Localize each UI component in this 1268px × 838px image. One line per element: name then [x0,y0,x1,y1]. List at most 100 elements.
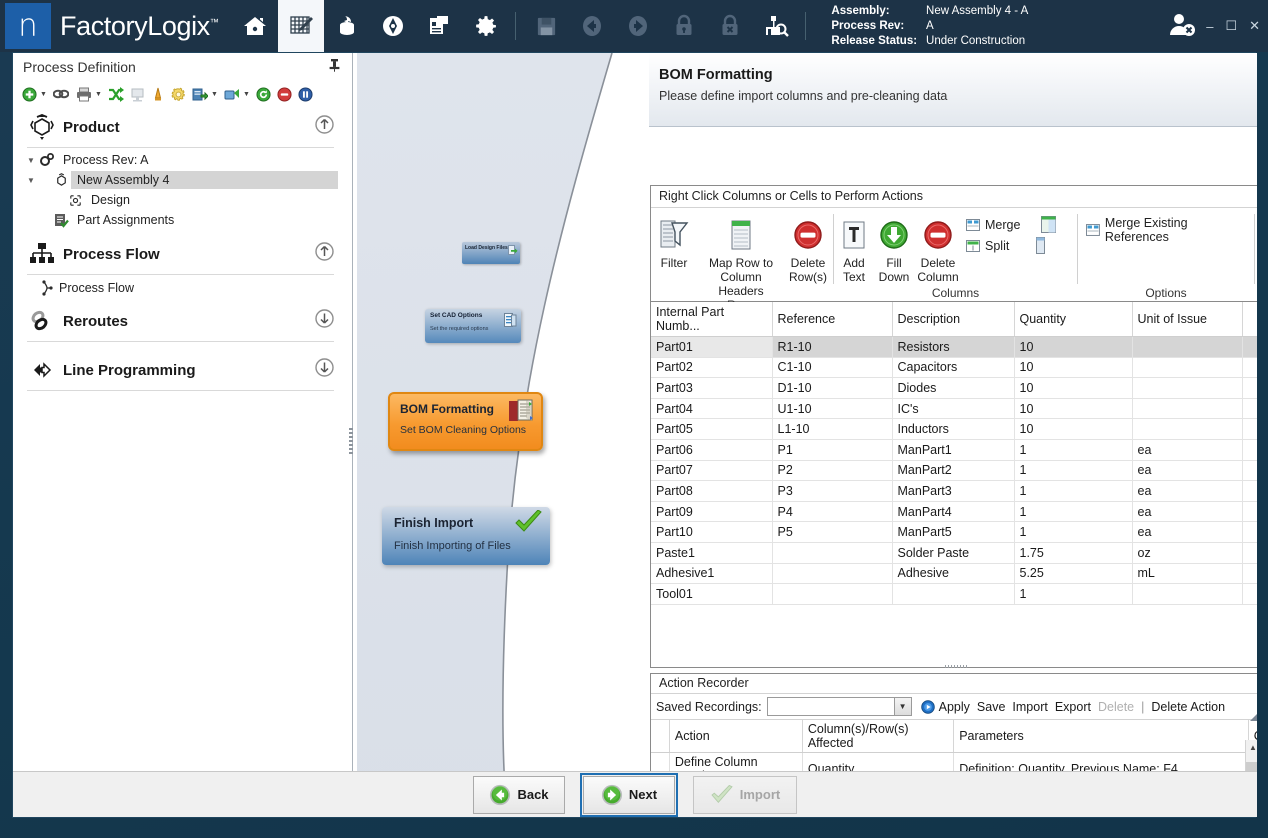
cell-unit-of-issue[interactable] [1132,378,1242,399]
column-header-blank[interactable] [1242,302,1257,337]
column-header-affected[interactable]: Column(s)/Row(s) Affected [802,720,953,753]
add-text-button[interactable]: Add Text [834,214,874,284]
cell-quantity[interactable]: 5.25 [1014,563,1132,584]
cell-quantity[interactable]: 1.75 [1014,542,1132,563]
cell-reference[interactable]: P5 [772,522,892,543]
cell-internal-part-number[interactable]: Adhesive1 [651,563,772,584]
cell-unit-of-issue[interactable]: ea [1132,481,1242,502]
cell-unit-of-issue[interactable] [1132,398,1242,419]
cell-description[interactable] [892,584,1014,605]
table-row[interactable]: Tool01 1 [651,584,1257,605]
cell-internal-part-number[interactable]: Part04 [651,398,772,419]
gear-small-icon[interactable] [170,86,187,103]
cell-internal-part-number[interactable]: Part06 [651,439,772,460]
cell-description[interactable]: Diodes [892,378,1014,399]
cell-blank[interactable] [1242,419,1257,440]
cell-unit-of-issue[interactable] [1132,337,1242,358]
materials-icon[interactable] [324,0,370,52]
cell-unit-of-issue[interactable]: ea [1132,501,1242,522]
link-icon[interactable] [52,86,70,103]
cell-unit-of-issue[interactable]: oz [1132,542,1242,563]
shuffle-icon[interactable] [107,86,125,103]
pause-icon[interactable] [297,86,314,103]
export-icon[interactable] [191,86,209,103]
cell-description[interactable]: Adhesive [892,563,1014,584]
section-header[interactable]: Reroutes [13,301,348,341]
bell-icon[interactable] [150,86,166,103]
cell-reference[interactable] [772,584,892,605]
minimize-button[interactable]: – [1206,19,1213,34]
section-header[interactable]: Process Flow [13,234,348,274]
cell-reference[interactable] [772,542,892,563]
paint-icon[interactable] [223,86,241,103]
cell-unit-of-issue[interactable]: ea [1132,522,1242,543]
cell-description[interactable]: Resistors [892,337,1014,358]
scroll-up-button[interactable]: ▲ [1246,740,1257,755]
cell-quantity[interactable]: 10 [1014,419,1132,440]
split-button[interactable]: Split [966,237,1056,254]
cell-unit-of-issue[interactable]: mL [1132,563,1242,584]
cell-blank[interactable] [1242,522,1257,543]
next-button[interactable]: Next [583,776,675,814]
export-dropdown-caret[interactable]: ▼ [210,91,219,98]
cell-description[interactable]: Capacitors [892,357,1014,378]
delete-rows-button[interactable]: Delete Row(s) [785,214,831,284]
flow-step-bom-formatting[interactable]: BOM Formatting Set BOM Cleaning Options [388,392,543,451]
cell-blank[interactable] [1242,584,1257,605]
cell-internal-part-number[interactable]: Part09 [651,501,772,522]
table-row[interactable]: Part03 D1-10 Diodes 10 [651,378,1257,399]
cell-internal-part-number[interactable]: Part08 [651,481,772,502]
cell-blank[interactable] [1242,460,1257,481]
cell-unit-of-issue[interactable] [1132,584,1242,605]
pin-icon[interactable] [329,58,340,77]
table-row[interactable]: Part07 P2 ManPart2 1 ea [651,460,1257,481]
cell-quantity[interactable]: 10 [1014,337,1132,358]
chevron-down-icon[interactable]: ▼ [894,698,911,715]
cell-internal-part-number[interactable]: Part01 [651,337,772,358]
save-recording-button[interactable]: Save [977,700,1006,714]
merge-button[interactable]: Merge [966,216,1056,233]
settings-gear-icon[interactable] [462,0,508,52]
cell-description[interactable]: IC's [892,398,1014,419]
cell-reference[interactable]: D1-10 [772,378,892,399]
export-recording-button[interactable]: Export [1055,700,1091,714]
cell-blank[interactable] [1242,378,1257,399]
process-definition-icon[interactable] [278,0,324,52]
add-dropdown-caret[interactable]: ▼ [39,91,48,98]
stop-icon[interactable] [276,86,293,103]
home-icon[interactable] [232,0,278,52]
collapse-up-icon[interactable] [315,115,334,139]
apply-play-icon[interactable] [921,700,935,714]
table-row[interactable]: Part09 P4 ManPart4 1 ea [651,501,1257,522]
cell-blank[interactable] [1242,542,1257,563]
expand-down-icon[interactable] [315,358,334,382]
map-row-to-column-headers-button[interactable]: Map Row to Column Headers [697,214,785,298]
unlock-icon[interactable] [707,0,753,52]
tree-node-process-rev[interactable]: ▼ Process Rev: A [13,150,348,170]
cell-description[interactable]: ManPart5 [892,522,1014,543]
print-icon[interactable] [75,86,93,103]
merge-existing-references-button[interactable]: Merge Existing References [1086,216,1254,244]
apply-button[interactable]: Apply [939,700,970,714]
close-button[interactable]: ✕ [1249,18,1260,34]
column-header-reference[interactable]: Reference [772,302,892,337]
add-icon[interactable] [21,86,38,103]
cell-blank[interactable] [1242,439,1257,460]
cell-internal-part-number[interactable]: Part05 [651,419,772,440]
cell-description[interactable]: ManPart2 [892,460,1014,481]
cell-reference[interactable]: L1-10 [772,419,892,440]
cell-reference[interactable]: R1-10 [772,337,892,358]
cell-unit-of-issue[interactable] [1132,419,1242,440]
panel-splitter[interactable] [349,53,356,817]
cell-reference[interactable]: U1-10 [772,398,892,419]
cell-quantity[interactable]: 1 [1014,439,1132,460]
print-dropdown-caret[interactable]: ▼ [94,91,103,98]
cell-description[interactable]: Inductors [892,419,1014,440]
table-row[interactable]: Part01 R1-10 Resistors 10 [651,337,1257,358]
cell-internal-part-number[interactable]: Part02 [651,357,772,378]
cell-description[interactable]: ManPart4 [892,501,1014,522]
lock-icon[interactable] [661,0,707,52]
sidebar-item-process-flow[interactable]: Process Flow [13,275,348,301]
fill-down-button[interactable]: Fill Down [874,214,914,284]
grid-resize-grip[interactable] [650,664,1257,669]
